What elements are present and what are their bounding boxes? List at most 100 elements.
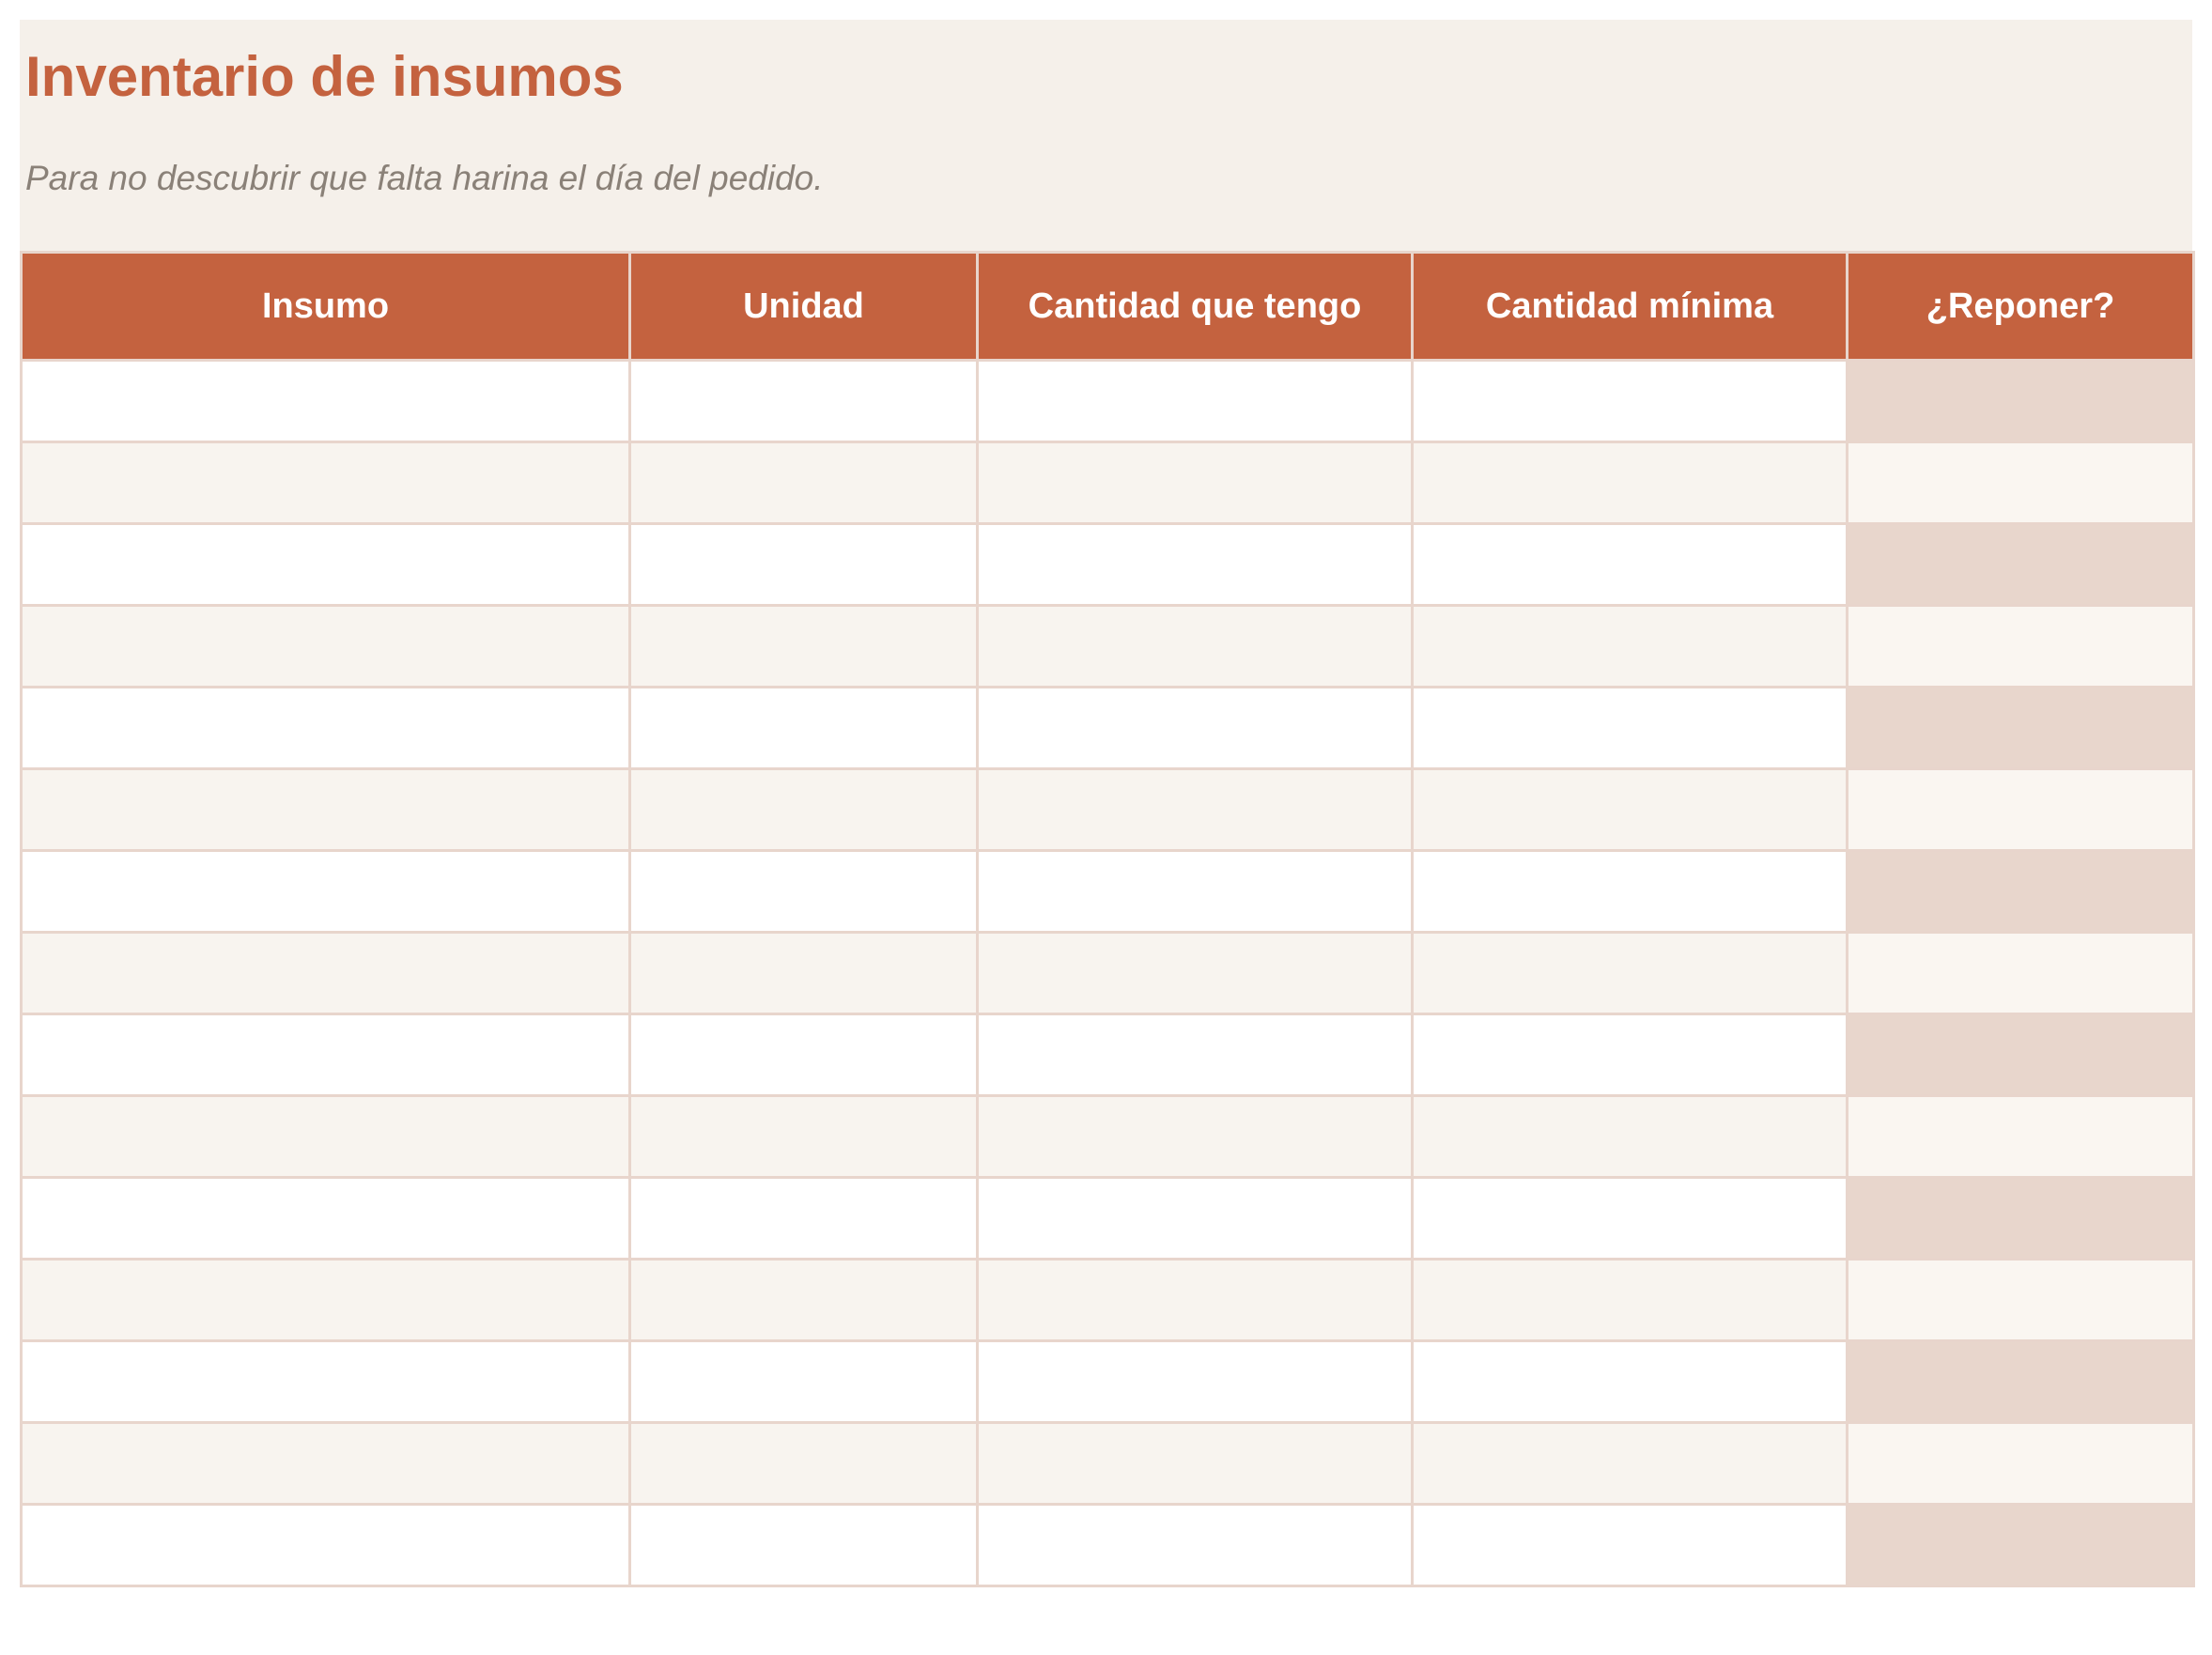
unidad-cell[interactable] — [628, 931, 979, 1015]
cantidad-que-tengo-cell[interactable] — [976, 767, 1414, 852]
cantidad-minima-cell[interactable] — [1411, 1421, 1848, 1506]
table-row — [20, 1094, 2195, 1179]
table-row — [20, 1258, 2195, 1342]
reponer-cell[interactable] — [1846, 522, 2195, 607]
table-row — [20, 1013, 2195, 1097]
cantidad-minima-cell[interactable] — [1411, 1258, 1848, 1342]
inventory-table: Insumo Unidad Cantidad que tengo Cantida… — [20, 251, 2195, 1587]
insumo-cell[interactable] — [20, 1421, 631, 1506]
cantidad-minima-cell[interactable] — [1411, 1339, 1848, 1424]
table-row — [20, 359, 2195, 443]
unidad-cell[interactable] — [628, 441, 979, 525]
reponer-cell[interactable] — [1846, 1503, 2195, 1587]
cantidad-minima-cell[interactable] — [1411, 686, 1848, 770]
insumo-cell[interactable] — [20, 1258, 631, 1342]
column-header-insumo: Insumo — [20, 251, 631, 362]
table-row — [20, 441, 2195, 525]
reponer-cell[interactable] — [1846, 1013, 2195, 1097]
unidad-cell[interactable] — [628, 1176, 979, 1261]
reponer-cell[interactable] — [1846, 1258, 2195, 1342]
cantidad-que-tengo-cell[interactable] — [976, 686, 1414, 770]
cantidad-minima-cell[interactable] — [1411, 522, 1848, 607]
column-header-cantidad-que-tengo: Cantidad que tengo — [976, 251, 1414, 362]
unidad-cell[interactable] — [628, 1258, 979, 1342]
column-header-cantidad-minima: Cantidad mínima — [1411, 251, 1848, 362]
table-row — [20, 1503, 2195, 1587]
unidad-cell[interactable] — [628, 1421, 979, 1506]
reponer-cell[interactable] — [1846, 1176, 2195, 1261]
unidad-cell[interactable] — [628, 359, 979, 443]
insumo-cell[interactable] — [20, 522, 631, 607]
unidad-cell[interactable] — [628, 1094, 979, 1179]
column-header-reponer: ¿Reponer? — [1846, 251, 2195, 362]
unidad-cell[interactable] — [628, 604, 979, 688]
unidad-cell[interactable] — [628, 1013, 979, 1097]
cantidad-minima-cell[interactable] — [1411, 604, 1848, 688]
reponer-cell[interactable] — [1846, 1094, 2195, 1179]
reponer-cell[interactable] — [1846, 849, 2195, 934]
cantidad-minima-cell[interactable] — [1411, 767, 1848, 852]
cantidad-que-tengo-cell[interactable] — [976, 359, 1414, 443]
insumo-cell[interactable] — [20, 1013, 631, 1097]
cantidad-minima-cell[interactable] — [1411, 1176, 1848, 1261]
cantidad-minima-cell[interactable] — [1411, 931, 1848, 1015]
column-header-unidad: Unidad — [628, 251, 979, 362]
reponer-cell[interactable] — [1846, 686, 2195, 770]
reponer-cell[interactable] — [1846, 767, 2195, 852]
insumo-cell[interactable] — [20, 931, 631, 1015]
cantidad-que-tengo-cell[interactable] — [976, 1176, 1414, 1261]
cantidad-minima-cell[interactable] — [1411, 359, 1848, 443]
table-row — [20, 767, 2195, 852]
insumo-cell[interactable] — [20, 1176, 631, 1261]
reponer-cell[interactable] — [1846, 931, 2195, 1015]
reponer-cell[interactable] — [1846, 1339, 2195, 1424]
reponer-cell[interactable] — [1846, 604, 2195, 688]
insumo-cell[interactable] — [20, 359, 631, 443]
insumo-cell[interactable] — [20, 1503, 631, 1587]
unidad-cell[interactable] — [628, 1339, 979, 1424]
insumo-cell[interactable] — [20, 686, 631, 770]
header-band: Inventario de insumos Para no descubrir … — [20, 20, 2192, 251]
cantidad-que-tengo-cell[interactable] — [976, 849, 1414, 934]
table-row — [20, 604, 2195, 688]
cantidad-que-tengo-cell[interactable] — [976, 1258, 1414, 1342]
cantidad-que-tengo-cell[interactable] — [976, 1421, 1414, 1506]
unidad-cell[interactable] — [628, 849, 979, 934]
cantidad-que-tengo-cell[interactable] — [976, 931, 1414, 1015]
inventory-sheet: Inventario de insumos Para no descubrir … — [20, 20, 2195, 1637]
reponer-cell[interactable] — [1846, 441, 2195, 525]
cantidad-que-tengo-cell[interactable] — [976, 522, 1414, 607]
table-row — [20, 1339, 2195, 1424]
cantidad-que-tengo-cell[interactable] — [976, 1503, 1414, 1587]
table-header-row: Insumo Unidad Cantidad que tengo Cantida… — [20, 251, 2195, 362]
table-body — [20, 359, 2195, 1587]
insumo-cell[interactable] — [20, 849, 631, 934]
cantidad-minima-cell[interactable] — [1411, 1013, 1848, 1097]
cantidad-que-tengo-cell[interactable] — [976, 441, 1414, 525]
table-row — [20, 522, 2195, 607]
unidad-cell[interactable] — [628, 767, 979, 852]
unidad-cell[interactable] — [628, 686, 979, 770]
insumo-cell[interactable] — [20, 1094, 631, 1179]
cantidad-minima-cell[interactable] — [1411, 849, 1848, 934]
table-row — [20, 931, 2195, 1015]
cantidad-que-tengo-cell[interactable] — [976, 604, 1414, 688]
table-row — [20, 686, 2195, 770]
reponer-cell[interactable] — [1846, 359, 2195, 443]
reponer-cell[interactable] — [1846, 1421, 2195, 1506]
page-title: Inventario de insumos — [25, 45, 624, 108]
insumo-cell[interactable] — [20, 441, 631, 525]
cantidad-que-tengo-cell[interactable] — [976, 1094, 1414, 1179]
unidad-cell[interactable] — [628, 522, 979, 607]
insumo-cell[interactable] — [20, 767, 631, 852]
cantidad-que-tengo-cell[interactable] — [976, 1339, 1414, 1424]
insumo-cell[interactable] — [20, 1339, 631, 1424]
cantidad-minima-cell[interactable] — [1411, 441, 1848, 525]
table-row — [20, 1421, 2195, 1506]
page-subtitle: Para no descubrir que falta harina el dí… — [25, 159, 824, 197]
cantidad-que-tengo-cell[interactable] — [976, 1013, 1414, 1097]
cantidad-minima-cell[interactable] — [1411, 1503, 1848, 1587]
unidad-cell[interactable] — [628, 1503, 979, 1587]
insumo-cell[interactable] — [20, 604, 631, 688]
cantidad-minima-cell[interactable] — [1411, 1094, 1848, 1179]
